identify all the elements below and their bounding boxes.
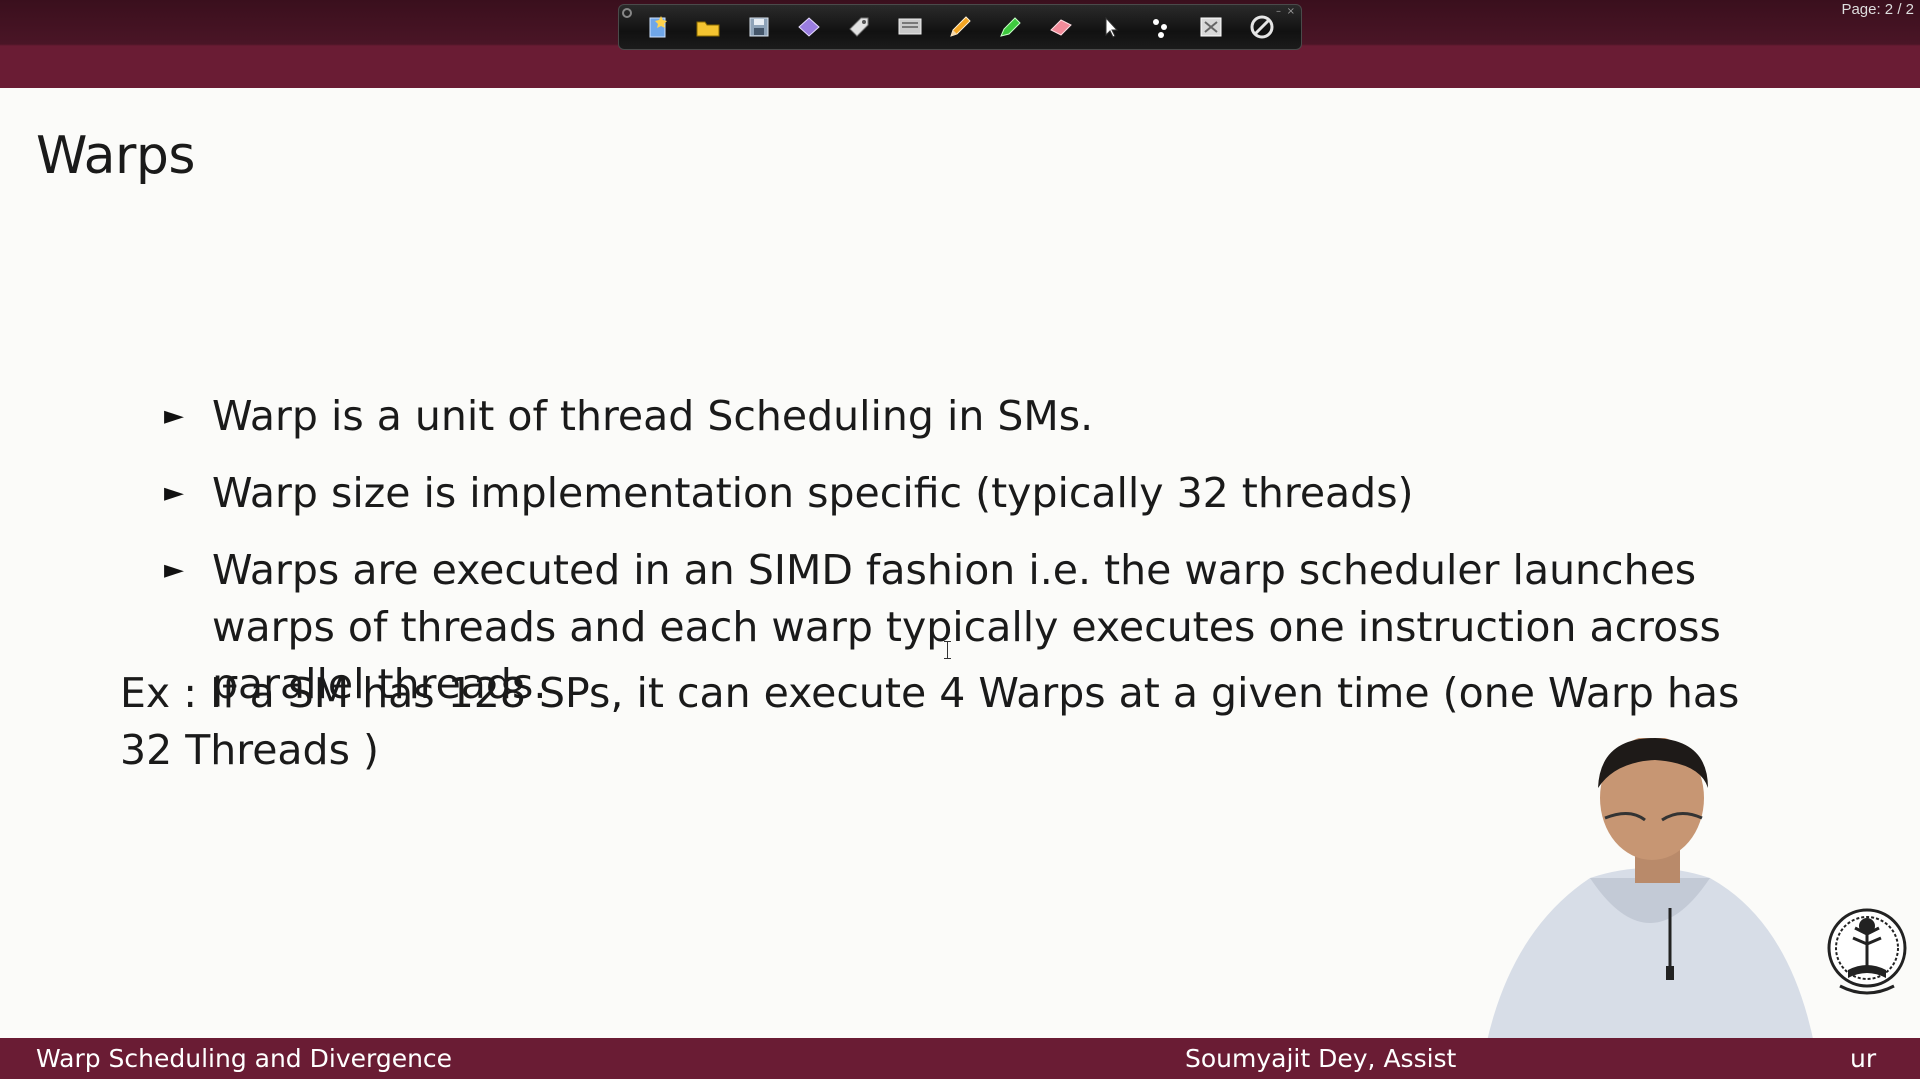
- toolbar-minimize-button[interactable]: –: [1276, 7, 1281, 17]
- disable-icon[interactable]: [1246, 11, 1278, 43]
- footer-presenter: Soumyajit Dey, Assist: [1185, 1044, 1457, 1073]
- text-cursor-icon: [944, 641, 951, 659]
- list-item: ► Warp is a unit of thread Scheduling in…: [162, 388, 1802, 445]
- footer-bar: Warp Scheduling and Divergence Soumyajit…: [0, 1038, 1920, 1079]
- highlighter-icon[interactable]: [994, 11, 1026, 43]
- footer-lecture-title: Warp Scheduling and Divergence: [36, 1044, 453, 1073]
- bullet-marker-icon: ►: [164, 478, 184, 508]
- speaker-video: [1480, 738, 1820, 1079]
- open-folder-icon[interactable]: [692, 11, 724, 43]
- page-indicator: Page: 2 / 2: [1841, 1, 1914, 18]
- tag-icon[interactable]: [843, 11, 875, 43]
- bullet-text: Warp is a unit of thread Scheduling in S…: [212, 392, 1094, 440]
- eraser-icon[interactable]: [1045, 11, 1077, 43]
- pencil-icon[interactable]: [944, 11, 976, 43]
- pointer-icon[interactable]: [1095, 11, 1127, 43]
- shape-icon[interactable]: [793, 11, 825, 43]
- bullet-marker-icon: ►: [164, 401, 184, 431]
- toolbar-grip-icon[interactable]: [622, 8, 632, 18]
- bullet-text: Warp size is implementation specific (ty…: [212, 469, 1414, 517]
- slide-title: Warps: [36, 126, 195, 186]
- laser-dots-icon[interactable]: [1145, 11, 1177, 43]
- annotation-toolbar: – ×: [618, 4, 1302, 50]
- new-page-icon[interactable]: [642, 11, 674, 43]
- presentation-icon[interactable]: [894, 11, 926, 43]
- toolbar-close-button[interactable]: ×: [1287, 7, 1295, 17]
- save-icon[interactable]: [743, 11, 775, 43]
- bullet-marker-icon: ►: [164, 555, 184, 585]
- screen-clear-icon[interactable]: [1195, 11, 1227, 43]
- list-item: ► Warp size is implementation specific (…: [162, 465, 1802, 522]
- footer-presenter-tail: ur: [1850, 1044, 1877, 1073]
